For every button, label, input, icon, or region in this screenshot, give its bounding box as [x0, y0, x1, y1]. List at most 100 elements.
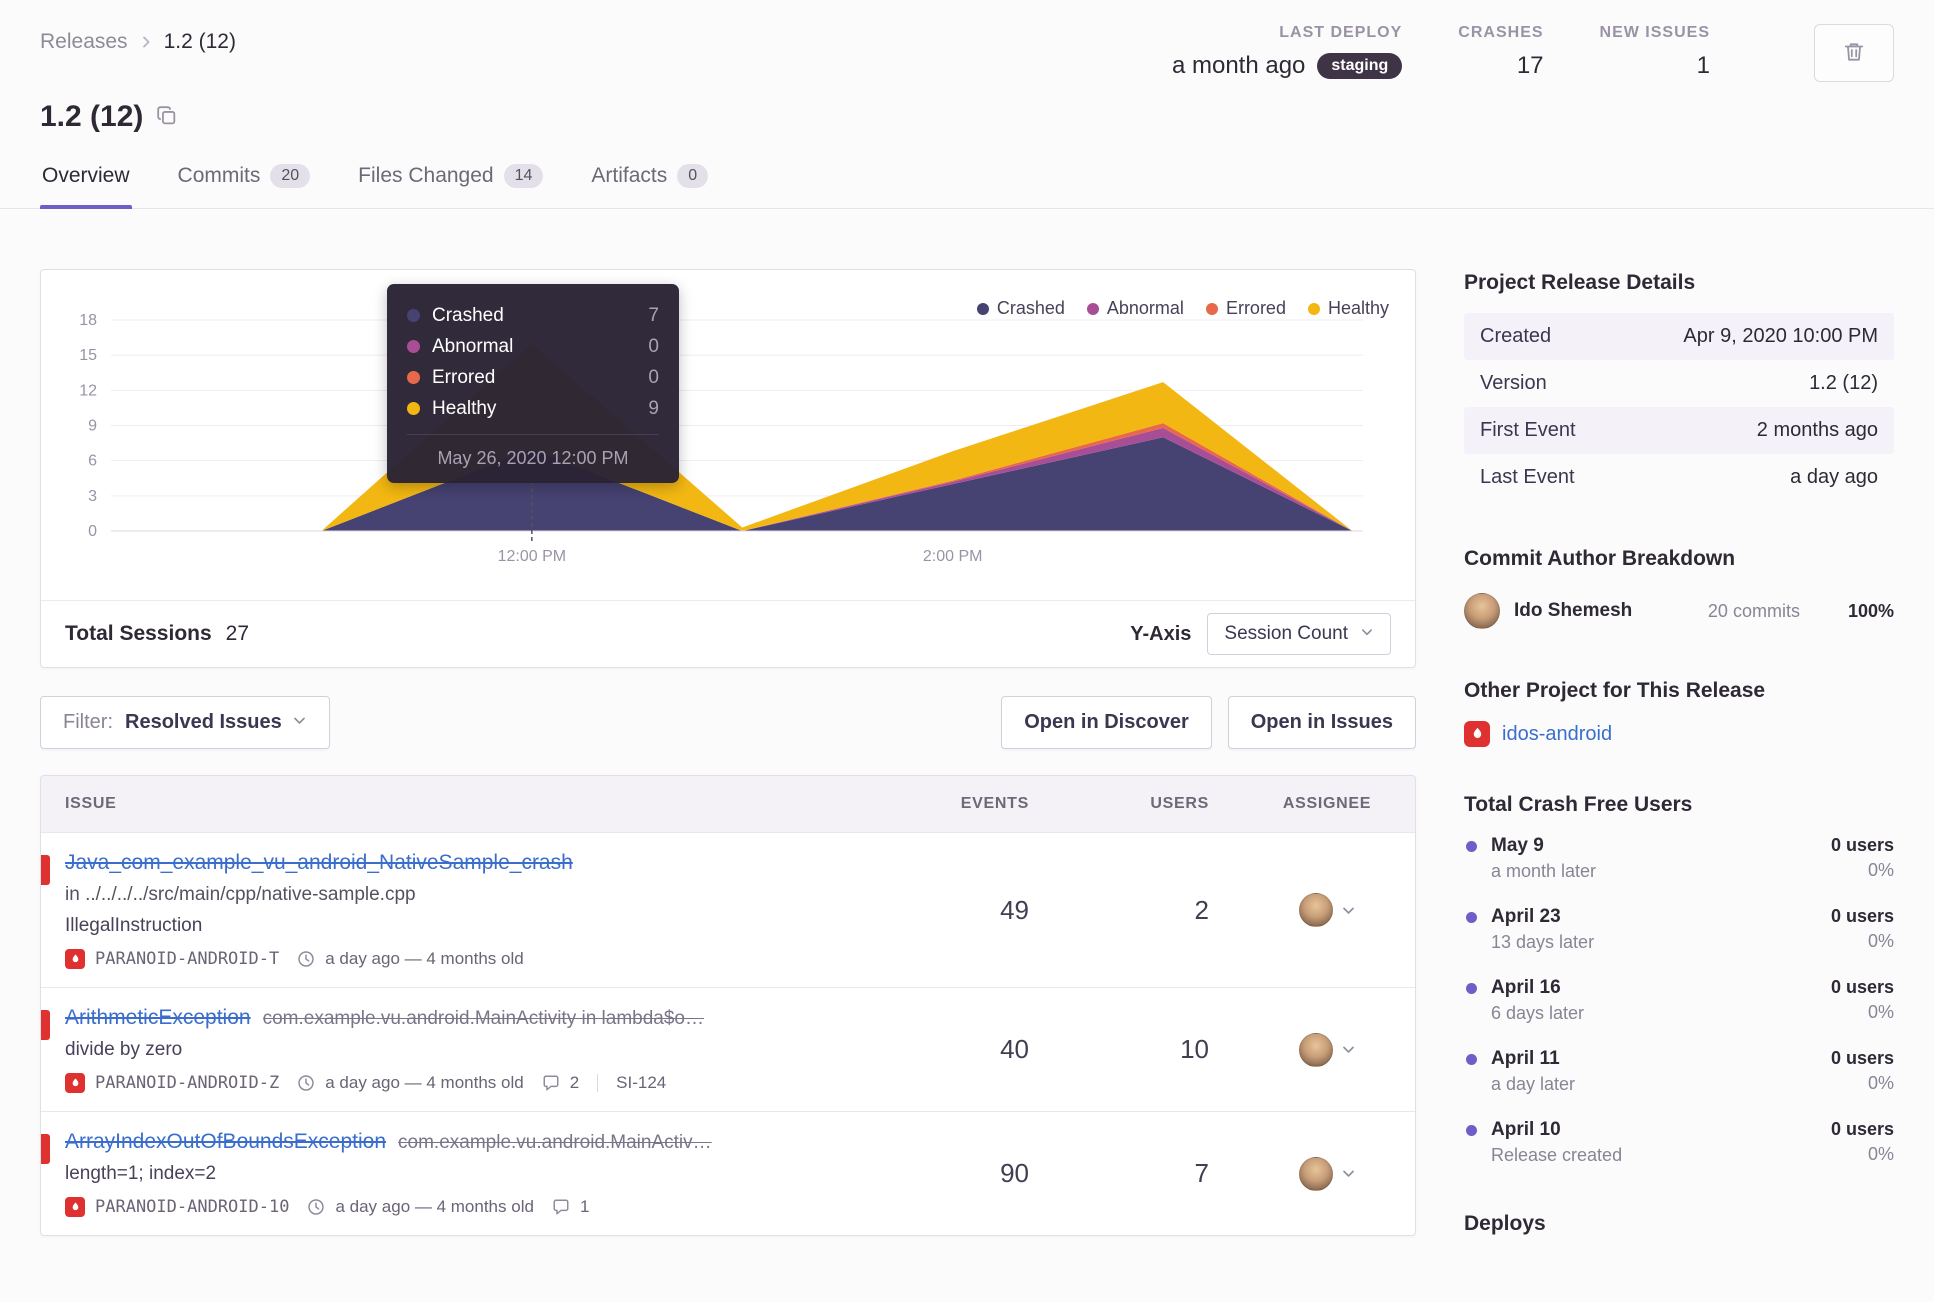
- commit-authors-heading: Commit Author Breakdown: [1464, 547, 1736, 570]
- project-icon: [65, 1073, 85, 1093]
- artifacts-count-badge: 0: [677, 164, 709, 188]
- issues-actions: Open in Discover Open in Issues: [1001, 696, 1416, 749]
- issue-annotation-link[interactable]: SI-124: [616, 1073, 666, 1093]
- author-name: Ido Shemesh: [1514, 600, 1633, 621]
- timeline-dot: [1466, 1054, 1477, 1065]
- column-users: USERS: [1150, 795, 1209, 812]
- svg-text:6: 6: [88, 453, 97, 470]
- other-project-row: idos-android: [1464, 721, 1894, 747]
- copy-version-button[interactable]: [157, 106, 176, 128]
- issue-row: ArithmeticException com.example.vu.andro…: [41, 987, 1415, 1111]
- comments-icon: [542, 1074, 560, 1092]
- topbar: Releases 1.2 (12) LAST DEPLOY a month ag…: [40, 24, 1894, 82]
- svg-text:9: 9: [88, 418, 97, 435]
- assignee-avatar: [1298, 1032, 1333, 1067]
- clock-icon: [297, 950, 315, 968]
- assignee-dropdown[interactable]: [1239, 988, 1415, 1111]
- stat-crashes: CRASHES 17: [1458, 24, 1543, 80]
- issue-culprit: com.example.vu.android.MainActivity in l…: [262, 1008, 705, 1029]
- svg-text:3: 3: [88, 488, 97, 505]
- tooltip-row-crashed: Crashed 7: [407, 300, 659, 331]
- issue-cell: Java_com_example_vu_android_NativeSample…: [41, 833, 879, 987]
- yaxis-label: Y-Axis: [1130, 622, 1192, 645]
- project-icon: [65, 949, 85, 969]
- chart-legend: Crashed Abnormal Errored Healthy: [976, 298, 1389, 319]
- column-issue: ISSUE: [65, 795, 117, 812]
- error-level-bar: [41, 855, 50, 885]
- issue-message: divide by zero: [65, 1039, 183, 1060]
- timeline-dot: [1466, 841, 1477, 852]
- other-project-link[interactable]: idos-android: [1502, 723, 1612, 746]
- assignee-dropdown[interactable]: [1239, 833, 1415, 987]
- svg-text:18: 18: [79, 312, 97, 329]
- issue-title-link[interactable]: Java_com_example_vu_android_NativeSample…: [65, 851, 573, 875]
- timeline-dot: [1466, 912, 1477, 923]
- detail-row-first-event: First Event 2 months ago: [1464, 407, 1894, 454]
- tab-files-changed[interactable]: Files Changed 14: [356, 164, 545, 208]
- issues-filter-select[interactable]: Filter: Resolved Issues: [40, 696, 330, 749]
- tab-commits[interactable]: Commits 20: [176, 164, 313, 208]
- new-issues-label: NEW ISSUES: [1599, 24, 1710, 41]
- tab-overview[interactable]: Overview: [40, 164, 132, 209]
- yaxis-select[interactable]: Session Count: [1207, 613, 1391, 655]
- users-count: 7: [1194, 1158, 1209, 1188]
- environment-badge: staging: [1317, 53, 1403, 79]
- issues-table: ISSUE EVENTS USERS ASSIGNEE Java_com_exa…: [40, 775, 1416, 1236]
- crash-free-item: April 23 13 days later 0 users 0%: [1464, 906, 1894, 953]
- abnormal-dot: [1086, 302, 1099, 315]
- sessions-area-chart: 0 3 6 9 12 15 18 12:00 PM 2:00 PM: [79, 312, 1363, 565]
- commit-author-row: Ido Shemesh 20 commits 100%: [1464, 589, 1894, 633]
- main-column: Crashed Abnormal Errored Healthy Crashed…: [40, 269, 1416, 1254]
- users-count: 2: [1194, 894, 1209, 925]
- column-events: EVENTS: [960, 795, 1029, 812]
- sidebar: Project Release Details Created Apr 9, 2…: [1464, 269, 1894, 1254]
- legend-crashed: Crashed: [976, 298, 1065, 319]
- assignee-avatar: [1298, 1156, 1333, 1191]
- issue-title-link[interactable]: ArrayIndexOutOfBoundsException: [65, 1130, 386, 1154]
- project-icon: [1464, 721, 1490, 747]
- commits-count-badge: 20: [270, 164, 311, 188]
- comments-count: 2: [569, 1073, 580, 1092]
- issue-title-link[interactable]: ArithmeticException: [65, 1006, 251, 1030]
- detail-row-version: Version 1.2 (12): [1480, 372, 1878, 394]
- comments-count: 1: [579, 1197, 590, 1216]
- stat-new-issues: NEW ISSUES 1: [1600, 24, 1710, 80]
- breadcrumb: Releases 1.2 (12): [40, 24, 236, 54]
- assignee-dropdown[interactable]: [1239, 1112, 1415, 1235]
- project-slug: PARANOID-ANDROID-Z: [95, 1073, 280, 1093]
- events-count: 40: [1000, 1034, 1029, 1064]
- project-slug: PARANOID-ANDROID-10: [95, 1197, 290, 1217]
- svg-text:2:00 PM: 2:00 PM: [923, 548, 983, 565]
- chevron-down-icon: [1360, 623, 1374, 645]
- project-slug: PARANOID-ANDROID-T: [95, 949, 280, 969]
- legend-healthy: Healthy: [1307, 298, 1389, 319]
- events-count: 49: [1000, 894, 1029, 925]
- crashes-label: CRASHES: [1458, 24, 1544, 41]
- issue-age: a day ago — 4 months old: [325, 949, 524, 968]
- detail-row-created: Created Apr 9, 2020 10:00 PM: [1464, 313, 1894, 360]
- release-tabs: Overview Commits 20 Files Changed 14 Artif…: [0, 164, 1934, 209]
- project-icon: [65, 1197, 85, 1217]
- open-in-discover-button[interactable]: Open in Discover: [1001, 696, 1212, 749]
- issue-culprit: com.example.vu.android.MainActiv…: [398, 1132, 712, 1153]
- breadcrumb-current: 1.2 (12): [163, 30, 236, 53]
- meta-divider: [597, 1074, 599, 1092]
- breadcrumb-chevron-icon: [138, 34, 154, 50]
- open-in-issues-button[interactable]: Open in Issues: [1227, 696, 1416, 749]
- delete-release-button[interactable]: [1814, 24, 1894, 82]
- clock-icon: [307, 1198, 325, 1216]
- crash-free-heading: Total Crash Free Users: [1464, 793, 1693, 816]
- chevron-down-icon: [1341, 903, 1356, 918]
- timeline-dot: [1466, 983, 1477, 994]
- assignee-avatar: [1298, 893, 1333, 927]
- svg-text:0: 0: [88, 523, 97, 540]
- tab-artifacts[interactable]: Artifacts 0: [589, 164, 710, 208]
- timeline-dot: [1466, 1125, 1477, 1136]
- issue-meta: PARANOID-ANDROID-Z a day ago — 4 months …: [65, 1073, 867, 1093]
- trash-icon: [1843, 41, 1865, 66]
- users-count: 10: [1180, 1034, 1209, 1064]
- breadcrumb-releases-link[interactable]: Releases: [40, 30, 128, 54]
- legend-abnormal: Abnormal: [1086, 298, 1184, 319]
- issue-row: ArrayIndexOutOfBoundsException com.examp…: [41, 1111, 1415, 1235]
- svg-text:15: 15: [79, 347, 97, 364]
